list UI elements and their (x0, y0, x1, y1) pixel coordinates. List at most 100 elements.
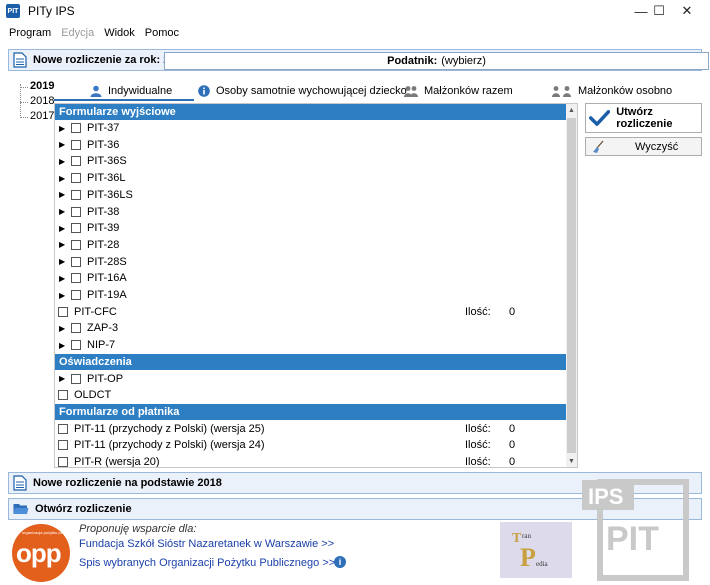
expand-arrow-icon[interactable]: ▶ (59, 374, 65, 383)
form-label: PIT-R (wersja 20) (74, 456, 160, 468)
form-label: PIT-16A (87, 272, 127, 285)
expand-arrow-icon[interactable]: ▶ (59, 157, 65, 166)
vertical-scrollbar[interactable]: ▲ ▼ (566, 104, 577, 467)
scroll-down-icon[interactable]: ▼ (566, 455, 577, 467)
form-checkbox[interactable] (58, 423, 68, 434)
form-checkbox[interactable] (71, 223, 81, 234)
quantity-value[interactable]: 0 (509, 423, 515, 435)
form-checkbox[interactable] (58, 390, 68, 401)
tab-label: Osoby samotnie wychowującej dziecko (216, 85, 407, 97)
form-checkbox[interactable] (58, 440, 68, 451)
form-checkbox[interactable] (71, 256, 81, 267)
form-checkbox[interactable] (58, 457, 68, 467)
expand-arrow-icon[interactable]: ▶ (59, 257, 65, 266)
form-checkbox[interactable] (71, 173, 81, 184)
form-label: PIT-36LS (87, 188, 133, 201)
quantity-value[interactable]: 0 (509, 306, 515, 318)
form-checkbox[interactable] (71, 373, 81, 384)
tab-samotnie[interactable]: Osoby samotnie wychowującej dziecko (198, 82, 407, 100)
window-title: PITy IPS (28, 4, 75, 18)
expand-arrow-icon[interactable]: ▶ (59, 291, 65, 300)
info-person-icon (198, 85, 210, 97)
year-2019[interactable]: 2019 (30, 80, 54, 92)
form-row-pit-37[interactable]: ▶ PIT-37 (55, 120, 567, 136)
form-row-pit-36[interactable]: ▶ PIT-36 (55, 137, 567, 153)
tab-indywidualne[interactable]: Indywidualne (90, 82, 172, 100)
form-checkbox[interactable] (71, 189, 81, 200)
tab-malzonkow-osobno[interactable]: Małżonków osobno (552, 82, 672, 100)
form-checkbox[interactable] (71, 290, 81, 300)
quantity-label: Ilość: (465, 456, 491, 468)
expand-arrow-icon[interactable]: ▶ (59, 274, 65, 283)
form-row-pit-39[interactable]: ▶ PIT-39 (55, 220, 567, 236)
scroll-up-icon[interactable]: ▲ (566, 104, 577, 116)
expand-arrow-icon[interactable]: ▶ (59, 140, 65, 149)
taxpayer-label: Podatnik: (387, 55, 438, 67)
form-checkbox[interactable] (71, 156, 81, 167)
form-label: PIT-19A (87, 289, 127, 301)
expand-arrow-icon[interactable]: ▶ (59, 124, 65, 133)
expand-arrow-icon[interactable]: ▶ (59, 190, 65, 199)
folder-open-icon (13, 504, 29, 514)
form-row-oldct[interactable]: OLDCT (55, 387, 567, 403)
expand-arrow-icon[interactable]: ▶ (59, 224, 65, 233)
menu-pomoc[interactable]: Pomoc (140, 27, 184, 39)
scroll-thumb[interactable] (567, 118, 576, 453)
checkmark-icon (589, 110, 611, 126)
form-row-nip-7[interactable]: ▶ NIP-7 (55, 337, 567, 353)
form-row-pit-r[interactable]: PIT-R (wersja 20) Ilość: 0 (55, 454, 567, 468)
expand-arrow-icon[interactable]: ▶ (59, 174, 65, 183)
form-label: PIT-11 (przychody z Polski) (wersja 24) (74, 439, 265, 452)
support-link-opp-list[interactable]: Spis wybranych Organizacji Pożytku Publi… (79, 557, 335, 569)
form-row-pit-19a[interactable]: ▶ PIT-19A (55, 287, 567, 303)
tab-label: Małżonków osobno (578, 85, 673, 97)
document-icon (13, 475, 27, 491)
taxpayer-selector[interactable]: Podatnik: (wybierz) (164, 52, 709, 70)
quantity-value[interactable]: 0 (509, 439, 515, 451)
tab-malzonkow-razem[interactable]: Małżonków razem (404, 82, 513, 100)
form-checkbox[interactable] (71, 239, 81, 250)
expand-arrow-icon[interactable]: ▶ (59, 341, 65, 350)
menu-edycja[interactable]: Edycja (56, 27, 99, 39)
form-checkbox[interactable] (71, 123, 81, 133)
form-row-pit-36ls[interactable]: ▶ PIT-36LS (55, 187, 567, 203)
new-return-bar: Nowe rozliczenie za rok: 2019 Podatnik: … (8, 49, 709, 71)
year-2017[interactable]: 2017 (30, 110, 54, 122)
menu-bar: Program Edycja Widok Pomoc (0, 22, 710, 44)
menu-widok[interactable]: Widok (99, 27, 140, 39)
form-list[interactable]: Formularze wyjściowe ▶ PIT-37 ▶ PIT-36 ▶ PI… (54, 103, 578, 468)
expand-arrow-icon[interactable]: ▶ (59, 324, 65, 333)
clear-button[interactable]: Wyczyść (585, 137, 702, 156)
form-checkbox[interactable] (71, 206, 81, 217)
form-row-pit-cfc[interactable]: PIT-CFC Ilość: 0 (55, 304, 567, 320)
create-return-button[interactable]: Utwórz rozliczenie (585, 103, 702, 133)
expand-arrow-icon[interactable]: ▶ (59, 207, 65, 216)
svg-text:P: P (520, 543, 536, 572)
menu-program[interactable]: Program (4, 27, 56, 39)
expand-arrow-icon[interactable]: ▶ (59, 240, 65, 249)
form-row-pit-36s[interactable]: ▶ PIT-36S (55, 153, 567, 169)
form-checkbox[interactable] (71, 273, 81, 284)
quantity-value[interactable]: 0 (509, 456, 515, 467)
info-icon[interactable]: i (334, 556, 346, 568)
close-button[interactable]: ✕ (664, 0, 710, 22)
form-checkbox[interactable] (71, 139, 81, 150)
person-icon (90, 85, 102, 97)
form-row-pit-36l[interactable]: ▶ PIT-36L (55, 170, 567, 186)
form-checkbox[interactable] (58, 306, 68, 317)
form-row-zap-3[interactable]: ▶ ZAP-3 (55, 320, 567, 336)
form-row-pit-38[interactable]: ▶ PIT-38 (55, 204, 567, 220)
form-label: PIT-38 (87, 205, 120, 218)
form-label: PIT-36S (87, 155, 127, 168)
support-link-fundacja[interactable]: Fundacja Szkół Sióstr Nazaretanek w Wars… (79, 538, 334, 550)
form-row-pit-16a[interactable]: ▶ PIT-16A (55, 270, 567, 286)
form-row-pit-11-v24[interactable]: PIT-11 (przychody z Polski) (wersja 24) I… (55, 437, 567, 453)
form-row-pit-11-v25[interactable]: PIT-11 (przychody z Polski) (wersja 25) I… (55, 421, 567, 437)
form-row-pit-28s[interactable]: ▶ PIT-28S (55, 254, 567, 270)
year-2018[interactable]: 2018 (30, 95, 54, 107)
form-checkbox[interactable] (71, 340, 81, 351)
tree-connector (20, 87, 28, 88)
form-row-pit-28[interactable]: ▶ PIT-28 (55, 237, 567, 253)
form-checkbox[interactable] (71, 323, 81, 334)
form-row-pit-op[interactable]: ▶ PIT-OP (55, 371, 567, 387)
